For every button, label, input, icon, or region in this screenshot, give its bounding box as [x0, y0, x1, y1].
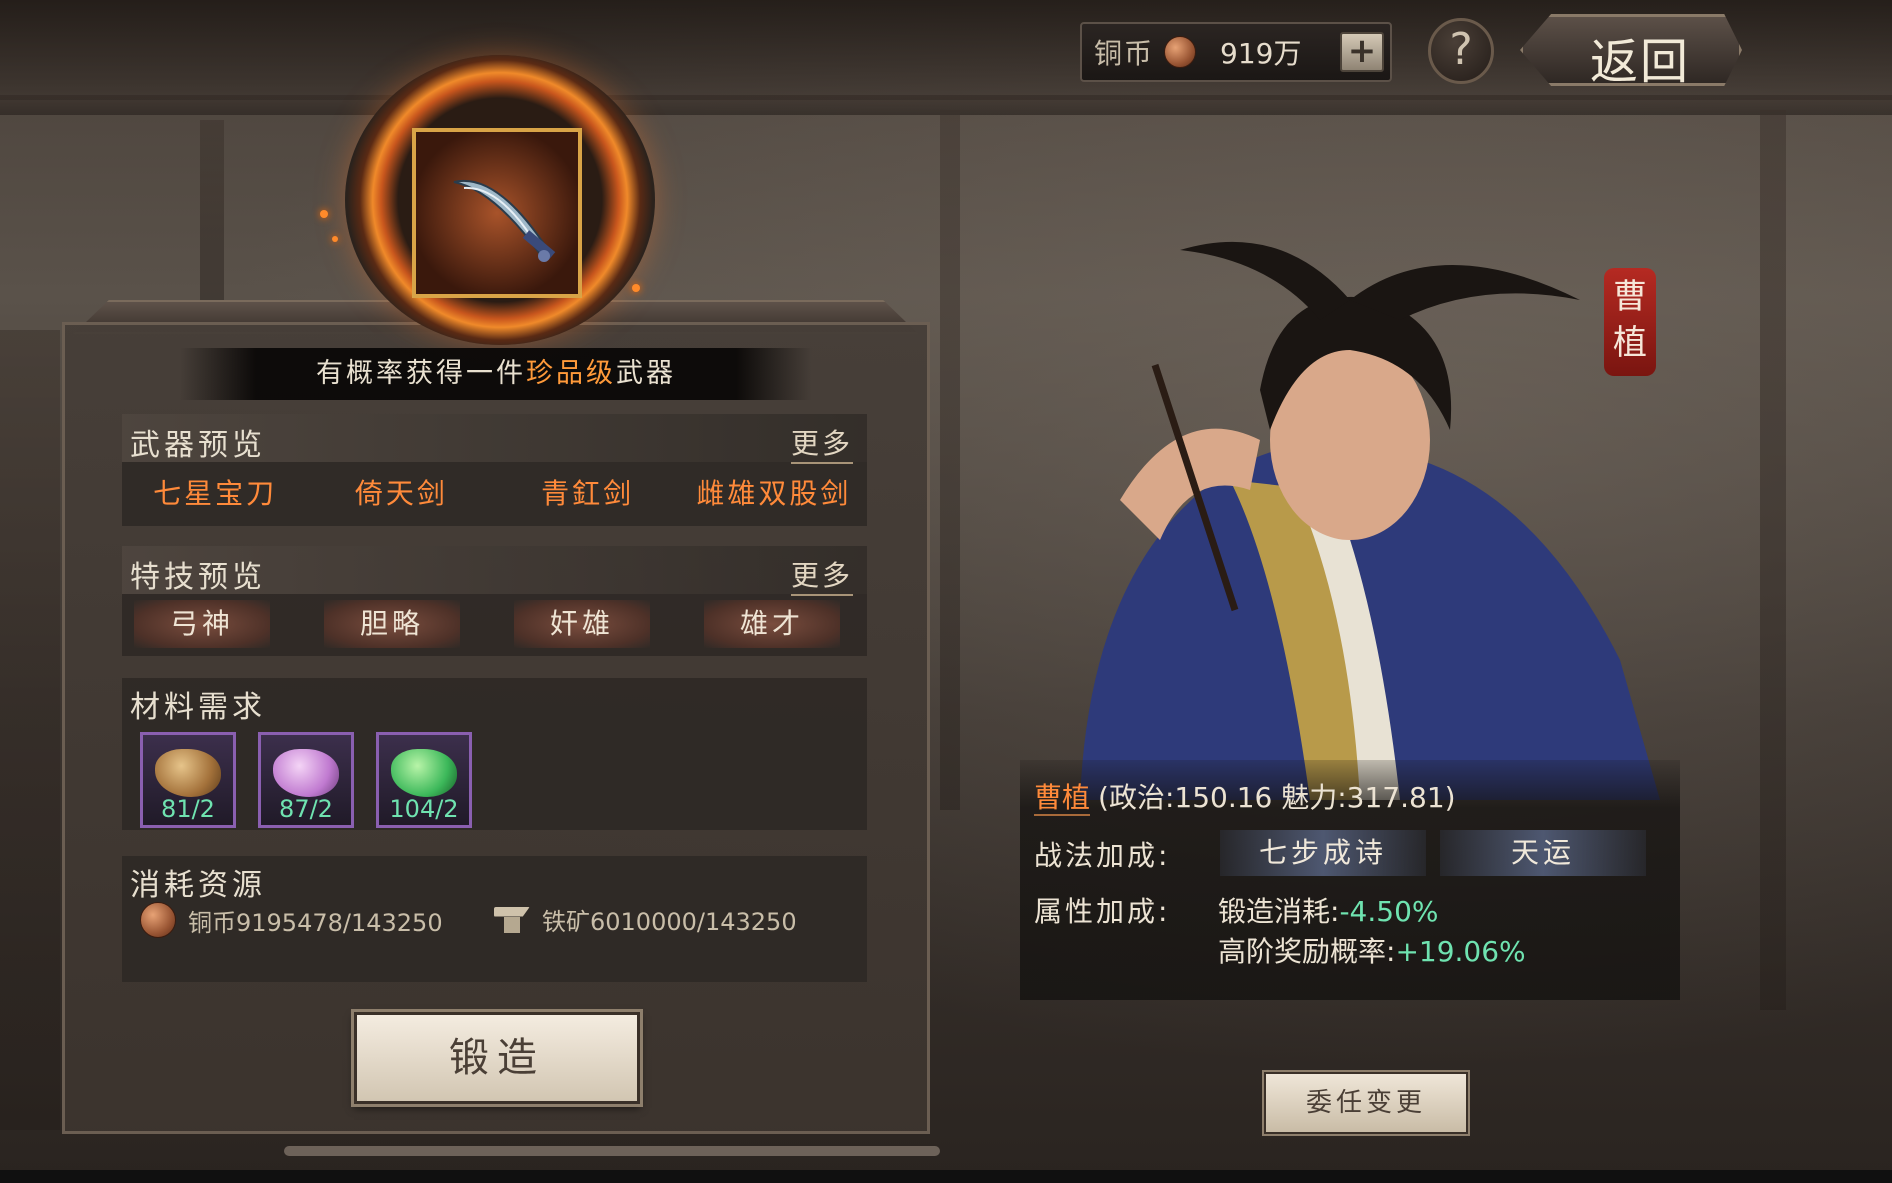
change-appointment-button[interactable]: 委任变更: [1264, 1072, 1468, 1134]
currency-label: 铜币: [1094, 37, 1155, 70]
forge-cost-bonus: 锻造消耗:-4.50%: [1218, 890, 1439, 930]
high-reward-label: 高阶奖励概率:: [1218, 935, 1396, 968]
skill-preview-list: 弓神 胆略 奸雄 雄才: [134, 600, 864, 650]
general-name[interactable]: 曹植: [1034, 781, 1091, 816]
weapon-preview-header: 武器预览 更多: [122, 414, 867, 464]
weapon-preview-more-link[interactable]: 更多: [790, 422, 853, 464]
copper-currency-bar: 铜币 919万 +: [1080, 22, 1392, 82]
tactics-bonus-label: 战法加成:: [1034, 839, 1171, 872]
iron-cost-text: 铁矿6010000/143250: [542, 908, 797, 936]
help-button[interactable]: ?: [1428, 18, 1494, 84]
weapon-preview-frame[interactable]: [412, 128, 582, 298]
ember-spark: [320, 210, 328, 218]
skill-preview-more-link[interactable]: 更多: [790, 554, 853, 596]
skill-item[interactable]: 胆略: [324, 600, 460, 648]
ember-spark: [632, 284, 640, 292]
bottom-edge: [0, 1170, 1892, 1183]
reward-hint-banner: 有概率获得一件珍品级武器: [180, 348, 812, 400]
horizontal-scrollbar[interactable]: [284, 1146, 940, 1156]
attribute-bonus-label: 属性加成:: [1034, 895, 1171, 928]
back-button-label: 返回: [1590, 34, 1691, 90]
materials-title: 材料需求: [130, 690, 266, 725]
copper-coin-icon: [1164, 36, 1197, 68]
materials-section: 材料需求 81/2 87/2 104/2: [122, 678, 867, 830]
banner-prefix: 有概率获得一件: [316, 358, 526, 389]
material-slot[interactable]: 104/2: [376, 732, 472, 828]
high-reward-bonus: 高阶奖励概率:+19.06%: [1218, 930, 1526, 970]
pink-crystal-icon: [273, 749, 339, 797]
skill-item[interactable]: 雄才: [704, 600, 840, 648]
skill-item[interactable]: 弓神: [134, 600, 270, 648]
material-slot[interactable]: 81/2: [140, 732, 236, 828]
sword-icon: [453, 179, 556, 262]
material-slot[interactable]: 87/2: [258, 732, 354, 828]
tactic-item[interactable]: 七步成诗: [1220, 830, 1426, 876]
tactic-item[interactable]: 天运: [1440, 830, 1646, 876]
weapon-preview-title: 武器预览: [130, 428, 266, 463]
forge-cost-value: -4.50%: [1339, 895, 1439, 928]
copper-coin-icon: [140, 902, 176, 938]
general-stats: (政治:150.16 魅力:317.81): [1098, 781, 1456, 814]
weapon-item[interactable]: 雌雄双股剑: [681, 466, 867, 522]
general-stats-line: 曹植 (政治:150.16 魅力:317.81): [1034, 776, 1456, 816]
currency-amount: 919万: [1220, 37, 1302, 70]
forge-button[interactable]: 锻造: [354, 1012, 640, 1104]
copper-cost: 铜币9195478/143250: [140, 902, 443, 938]
general-name-seal: 曹植: [1604, 268, 1656, 376]
weapon-item[interactable]: 青釭剑: [495, 466, 681, 522]
material-quantity: 87/2: [279, 795, 333, 823]
anvil-icon: [494, 906, 530, 933]
jade-icon: [391, 749, 457, 797]
add-currency-button[interactable]: +: [1340, 32, 1384, 72]
banner-suffix: 武器: [616, 358, 676, 389]
back-button[interactable]: 返回: [1520, 14, 1742, 90]
weapon-preview-list: 七星宝刀 倚天剑 青釭剑 雌雄双股剑: [122, 466, 867, 522]
forge-cost-label: 锻造消耗:: [1218, 895, 1340, 928]
copper-cost-text: 铜币9195478/143250: [188, 908, 443, 937]
ember-spark: [332, 236, 338, 242]
skill-item[interactable]: 奸雄: [514, 600, 650, 648]
resources-title: 消耗资源: [130, 868, 266, 903]
general-portrait: [1080, 241, 1660, 800]
skill-preview-section: 特技预览 更多 弓神 胆略 奸雄 雄才: [122, 546, 867, 656]
banner-highlight: 珍品级: [526, 358, 616, 389]
high-reward-value: +19.06%: [1395, 935, 1526, 968]
weapon-preview-section: 武器预览 更多 七星宝刀 倚天剑 青釭剑 雌雄双股剑: [122, 414, 867, 526]
gold-ore-icon: [155, 749, 221, 797]
iron-cost: 铁矿6010000/143250: [494, 902, 797, 937]
skill-preview-title: 特技预览: [130, 560, 266, 595]
material-quantity: 81/2: [161, 795, 215, 823]
weapon-item[interactable]: 倚天剑: [308, 466, 494, 522]
resources-section: 消耗资源 铜币9195478/143250 铁矿6010000/143250: [122, 856, 867, 982]
weapon-item[interactable]: 七星宝刀: [122, 466, 308, 522]
skill-preview-header: 特技预览 更多: [122, 546, 867, 596]
material-quantity: 104/2: [389, 795, 459, 823]
